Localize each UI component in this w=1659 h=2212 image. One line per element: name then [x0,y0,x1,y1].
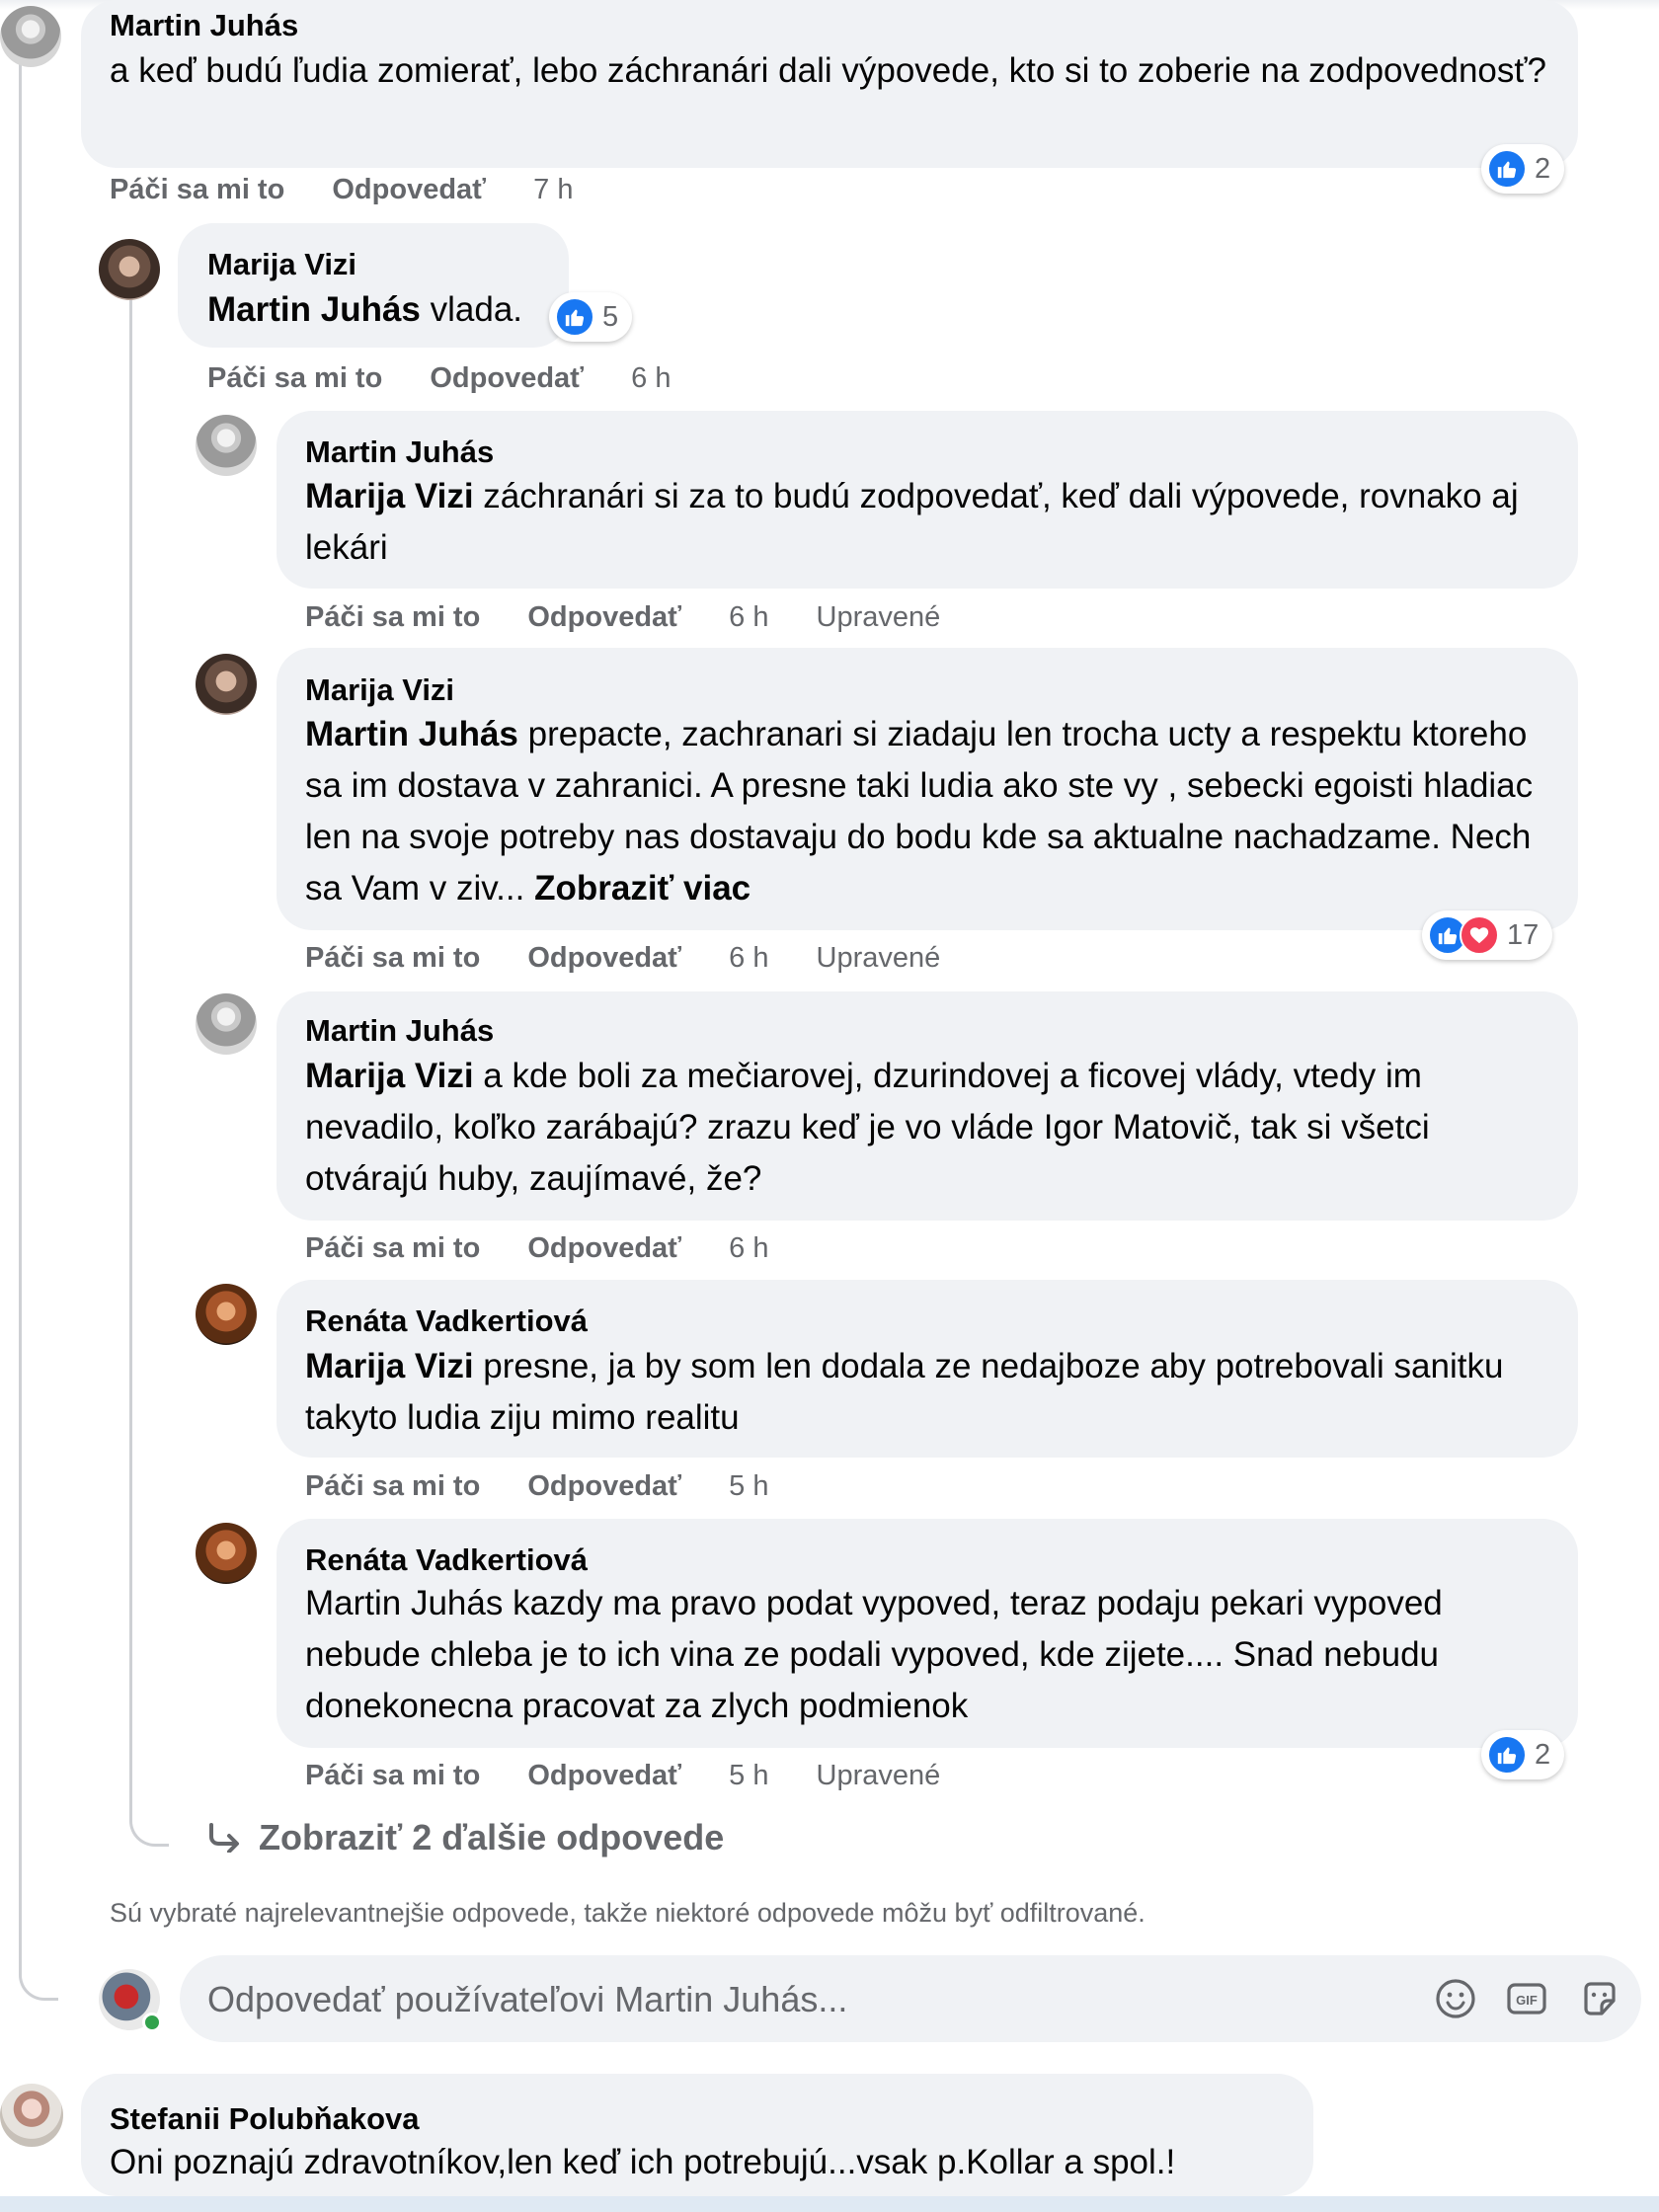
reaction-count: 5 [602,300,619,333]
comment-text: Martin Juhás kazdy ma pravo podat vypove… [305,1584,1443,1725]
timestamp[interactable]: 6 h [729,1232,768,1265]
avatar[interactable] [196,1284,257,1345]
comment-actions: Páči sa mi to Odpovedať 6 h [207,362,710,395]
comment-author[interactable]: Martin Juhás [305,1013,494,1049]
comment-actions: Páči sa mi to Odpovedať 6 h [305,1232,808,1265]
svg-text:GIF: GIF [1516,1993,1538,2008]
gif-icon[interactable]: GIF [1503,1975,1550,2022]
reply-link[interactable]: Odpovedať [527,1760,681,1792]
like-link[interactable]: Páči sa mi to [305,601,480,634]
comment-actions: Páči sa mi to Odpovedať 5 h Upravené [305,1760,980,1792]
sticker-icon[interactable] [1576,1975,1623,2022]
avatar[interactable] [196,1523,257,1584]
comment-body: vlada. [420,290,523,329]
avatar[interactable] [196,654,257,715]
comment-body: presne, ja by som len dodala ze nedajboz… [305,1347,1504,1437]
comment-text: Marija Vizi a kde boli za mečiarovej, dz… [305,1051,1559,1205]
view-more-replies-link[interactable]: Zobraziť 2 ďalšie odpovede [207,1817,724,1858]
reply-link[interactable]: Odpovedať [527,942,681,975]
comment-actions: Páči sa mi to Odpovedať 6 h Upravené [305,601,980,634]
comment-author[interactable]: Marija Vizi [207,247,356,282]
like-link[interactable]: Páči sa mi to [305,1760,480,1792]
like-link[interactable]: Páči sa mi to [110,174,284,206]
comment-text: Martin Juhás prepacte, zachranari si zia… [305,709,1559,914]
reaction-summary[interactable]: 2 [1481,144,1565,194]
comment-author[interactable]: Renáta Vadkertiová [305,1304,588,1339]
comment-author[interactable]: Stefanii Polubňakova [110,2101,420,2137]
mention-tag[interactable]: Marija Vizi [305,1347,474,1385]
edited-label[interactable]: Upravené [817,942,941,975]
avatar[interactable] [0,2084,63,2147]
avatar[interactable] [196,993,257,1055]
reply-link[interactable]: Odpovedať [527,601,681,634]
reply-link[interactable]: Odpovedať [527,1470,681,1503]
reaction-count: 2 [1535,1738,1551,1771]
comment-author[interactable]: Martin Juhás [305,434,494,470]
avatar[interactable] [99,239,160,300]
avatar[interactable] [0,6,61,67]
online-status-indicator [142,2013,162,2032]
emoji-icon[interactable] [1432,1975,1479,2022]
timestamp[interactable]: 5 h [729,1470,768,1503]
reaction-summary[interactable]: 17 [1422,910,1553,960]
timestamp[interactable]: 5 h [729,1760,768,1792]
see-more-link[interactable]: Zobraziť viac [534,869,750,908]
reply-placeholder: Odpovedať používateľovi Martin Juhás... [207,1979,848,2019]
timestamp[interactable]: 7 h [533,174,573,206]
avatar[interactable] [196,415,257,476]
comment-text: Oni poznajú zdravotníkov,len keď ich pot… [110,2143,1176,2181]
reaction-summary[interactable]: 5 [549,292,633,342]
mention-tag[interactable]: Marija Vizi [305,1057,474,1095]
comment-actions: Páči sa mi to Odpovedať 7 h [110,174,612,206]
like-link[interactable]: Páči sa mi to [207,362,382,395]
comment-author[interactable]: Renáta Vadkertiová [305,1542,588,1578]
comment-actions: Páči sa mi to Odpovedať 5 h [305,1470,808,1503]
reply-arrow-icon [209,1823,239,1853]
edited-label[interactable]: Upravené [817,601,941,634]
bottom-edge [0,2196,1659,2212]
comment-author[interactable]: Marija Vizi [305,672,454,708]
timestamp[interactable]: 6 h [631,362,671,395]
comment-actions: Páči sa mi to Odpovedať 6 h Upravené [305,942,980,975]
thread-line-level2 [129,278,132,1819]
comment-body: a kde boli za mečiarovej, dzurindovej a … [305,1057,1430,1198]
view-more-label: Zobraziť 2 ďalšie odpovede [259,1817,725,1857]
mention-tag[interactable]: Marija Vizi [305,477,474,515]
thread-connector [129,1807,169,1847]
edited-label[interactable]: Upravené [817,1760,941,1792]
reaction-count: 17 [1507,918,1540,951]
like-reaction-icon [1487,149,1527,189]
reply-link[interactable]: Odpovedať [430,362,584,395]
reply-link[interactable]: Odpovedať [527,1232,681,1265]
reaction-summary[interactable]: 2 [1481,1730,1565,1779]
reaction-count: 2 [1535,152,1551,185]
reply-link[interactable]: Odpovedať [332,174,486,206]
comment-body: záchranári si za to budú zodpovedať, keď… [305,477,1519,567]
mention-tag[interactable]: Martin Juhás [207,290,421,329]
mention-tag[interactable]: Martin Juhás [305,715,518,753]
comment-text: Martin Juhás vlada. [207,284,563,336]
comment-text: Marija Vizi presne, ja by som len dodala… [305,1341,1559,1444]
comment-text: Marija Vizi záchranári si za to budú zod… [305,471,1559,574]
like-reaction-icon [555,297,594,337]
like-reaction-icon [1487,1735,1527,1775]
like-link[interactable]: Páči sa mi to [305,942,480,975]
thread-connector [19,1945,58,2001]
comment-text: a keď budú ľudia zomierať, lebo záchraná… [110,51,1546,90]
comment-author[interactable]: Martin Juhás [110,8,298,43]
timestamp[interactable]: 6 h [729,601,768,634]
thread-line-main [19,57,22,1953]
like-link[interactable]: Páči sa mi to [305,1232,480,1265]
love-reaction-icon [1460,915,1499,955]
like-link[interactable]: Páči sa mi to [305,1470,480,1503]
timestamp[interactable]: 6 h [729,942,768,975]
filter-note: Sú vybraté najrelevantnejšie odpovede, t… [110,1898,1146,1928]
